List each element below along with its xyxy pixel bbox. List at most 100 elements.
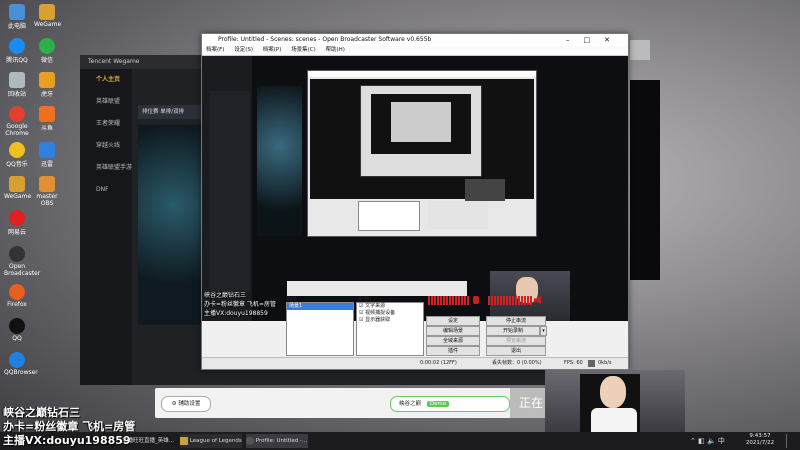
source-item-text[interactable]: ☑ 文字来源	[357, 303, 423, 310]
exit-button[interactable]: 退出	[486, 346, 546, 356]
taskbar: 主播VX:douyu198859 主播旺旺直播_英雄... League of …	[0, 432, 800, 450]
source-item-video[interactable]: ☑ 视频捕捉设备	[357, 310, 423, 317]
preview-sidebar-icons	[210, 91, 250, 291]
minimize-icon[interactable]: –	[566, 36, 584, 44]
desktop-icon-qq2[interactable]: QQ	[4, 318, 30, 342]
settings-button[interactable]: 设定	[426, 316, 480, 326]
recording-dropdown[interactable]: ▾	[540, 326, 547, 336]
clock-time: 9:43:57	[749, 433, 771, 439]
edit-scene-button[interactable]: 编辑场景	[426, 326, 480, 336]
desktop-icon-huya[interactable]: 虎牙	[34, 72, 60, 98]
desktop-icon-wechat[interactable]: 微信	[34, 38, 60, 64]
obs-taskbar-icon	[246, 436, 254, 445]
network-icon[interactable]: ◧	[698, 437, 705, 445]
desktop-icon-firefox[interactable]: Firefox	[4, 284, 30, 308]
wechat-icon	[39, 38, 55, 54]
desktop-icon-recycle[interactable]: 回收站	[4, 72, 30, 98]
queue-button[interactable]: 峡谷之巅 Demo	[390, 396, 510, 412]
assist-settings-button[interactable]: ⚙ 辅助设置	[161, 396, 211, 412]
desktop-icon-netease[interactable]: 网易云	[4, 210, 30, 236]
obs-icon	[9, 246, 25, 262]
desktop-volume-meter[interactable]	[488, 296, 532, 305]
demo-badge: Demo	[426, 401, 450, 407]
desktop-icon-obs[interactable]: Open Broadcaster	[4, 246, 40, 277]
taskbar-item-lol[interactable]: League of Legends	[180, 434, 242, 448]
nav-item-dnf[interactable]: DNF	[80, 179, 132, 201]
status-kbps: 0kb/s	[598, 360, 612, 366]
desktop-icon-master[interactable]: master OBS	[34, 176, 60, 207]
qq-icon	[9, 38, 25, 54]
nav-item-lol[interactable]: 英雄联盟	[80, 91, 132, 113]
menu-profile[interactable]: 档案(P)	[263, 47, 282, 53]
menu-help[interactable]: 帮助(H)	[326, 47, 345, 53]
desktop-icon-douyu[interactable]: 斗鱼	[34, 106, 60, 132]
nested-preview-2	[371, 94, 471, 154]
stop-stream-button[interactable]: 停止串流	[486, 316, 546, 326]
ranked-banner[interactable]: 排位赛 单排/双排	[138, 105, 202, 119]
nested-webcam	[465, 179, 505, 201]
status-indicator	[588, 360, 595, 367]
wegame-icon	[9, 176, 25, 192]
chevron-up-icon[interactable]: ⌃	[690, 437, 696, 445]
nested-titlebar	[308, 71, 536, 77]
taskbar-item-obs[interactable]: Profile: Untitled -...	[246, 434, 308, 448]
window-controls: –□✕	[566, 34, 624, 46]
preview-overlay-line1: 峡谷之巅钻石三	[204, 292, 247, 299]
recycle-bin-icon	[9, 72, 25, 88]
app-icon	[39, 176, 55, 192]
nav-item-lolm[interactable]: 英雄联盟手游	[80, 157, 132, 179]
menu-settings[interactable]: 设定(S)	[234, 47, 253, 53]
nested-obs-1	[307, 70, 537, 237]
maximize-icon[interactable]: □	[584, 36, 605, 44]
lol-icon	[180, 436, 188, 445]
mic-volume-meter[interactable]	[428, 296, 470, 305]
music-icon	[9, 142, 25, 158]
desktop-icon-wegame[interactable]: WeGame	[34, 4, 61, 28]
volume-icon[interactable]: 🔈	[707, 437, 716, 445]
desktop-icon-xunlei[interactable]: 迅雷	[34, 142, 60, 168]
sources-list[interactable]: ☑ 文字来源 ☑ 视频捕捉设备 ☑ 显示器获取	[356, 302, 424, 356]
nav-item-cf[interactable]: 穿越火线	[80, 135, 132, 157]
mic-icon[interactable]	[473, 296, 479, 304]
nav-item-wzry[interactable]: 王者荣耀	[80, 113, 132, 135]
ime-icon[interactable]: 中	[718, 437, 725, 445]
desktop-icon-qqbrowser[interactable]: QQBrowser	[4, 352, 38, 376]
chrome-icon	[9, 106, 25, 122]
desktop-icon-this-pc[interactable]: 此电脑	[4, 4, 30, 30]
show-desktop-button[interactable]	[786, 434, 797, 448]
menu-scene-collection[interactable]: 场景集(C)	[291, 47, 316, 53]
start-recording-button[interactable]: 开始录制	[486, 326, 540, 336]
preview-bottom-bar	[287, 281, 467, 296]
nested-buttons	[428, 201, 488, 229]
desktop-icon-chrome[interactable]: Google Chrome	[4, 106, 30, 137]
netease-music-icon	[9, 210, 25, 226]
wegame-sidebar: 个人主页 英雄联盟 王者荣耀 穿越火线 英雄联盟手游 DNF	[80, 69, 132, 385]
plugins-button[interactable]: 插件	[426, 346, 480, 356]
desktop-icon-qq[interactable]: 腾讯QQ	[4, 38, 30, 64]
status-fps: FPS: 60	[564, 360, 583, 366]
preview-overlay-line3: 主播VX:douyu198859	[204, 310, 268, 317]
qq-penguin-icon	[9, 318, 25, 334]
clock[interactable]: 9:43:57 2021/7/22	[740, 433, 780, 447]
desktop-icon-qqmusic[interactable]: QQ音乐	[4, 142, 30, 168]
menu-file[interactable]: 档案(F)	[206, 47, 224, 53]
close-icon[interactable]: ✕	[604, 36, 624, 44]
douyu-icon	[39, 106, 55, 122]
background-window-edge	[630, 40, 650, 60]
taskbar-item-browser[interactable]: 主播旺旺直播_英雄...	[122, 434, 174, 448]
source-item-display[interactable]: ☑ 显示器获取	[357, 317, 423, 324]
preview-lol-art	[257, 86, 302, 236]
global-sources-button[interactable]: 全域来源	[426, 336, 480, 346]
scene-item[interactable]: 场景1	[287, 303, 353, 310]
queue-label: 峡谷之巅	[399, 401, 422, 407]
user-home-link[interactable]: 个人主页	[80, 69, 132, 91]
preview-stream-button[interactable]: 预览串流	[486, 336, 546, 346]
wegame-icon	[39, 4, 55, 20]
obs-titlebar: Profile: Untitled - Scenes: scenes - Ope…	[202, 34, 628, 46]
scenes-list[interactable]: 场景1	[286, 302, 354, 356]
nested-obs-2	[360, 85, 482, 177]
streamer-shirt	[591, 408, 637, 432]
desktop-icon-wegame2[interactable]: WeGame	[4, 176, 31, 200]
gear-icon: ⚙	[171, 401, 177, 407]
firefox-icon	[9, 284, 25, 300]
